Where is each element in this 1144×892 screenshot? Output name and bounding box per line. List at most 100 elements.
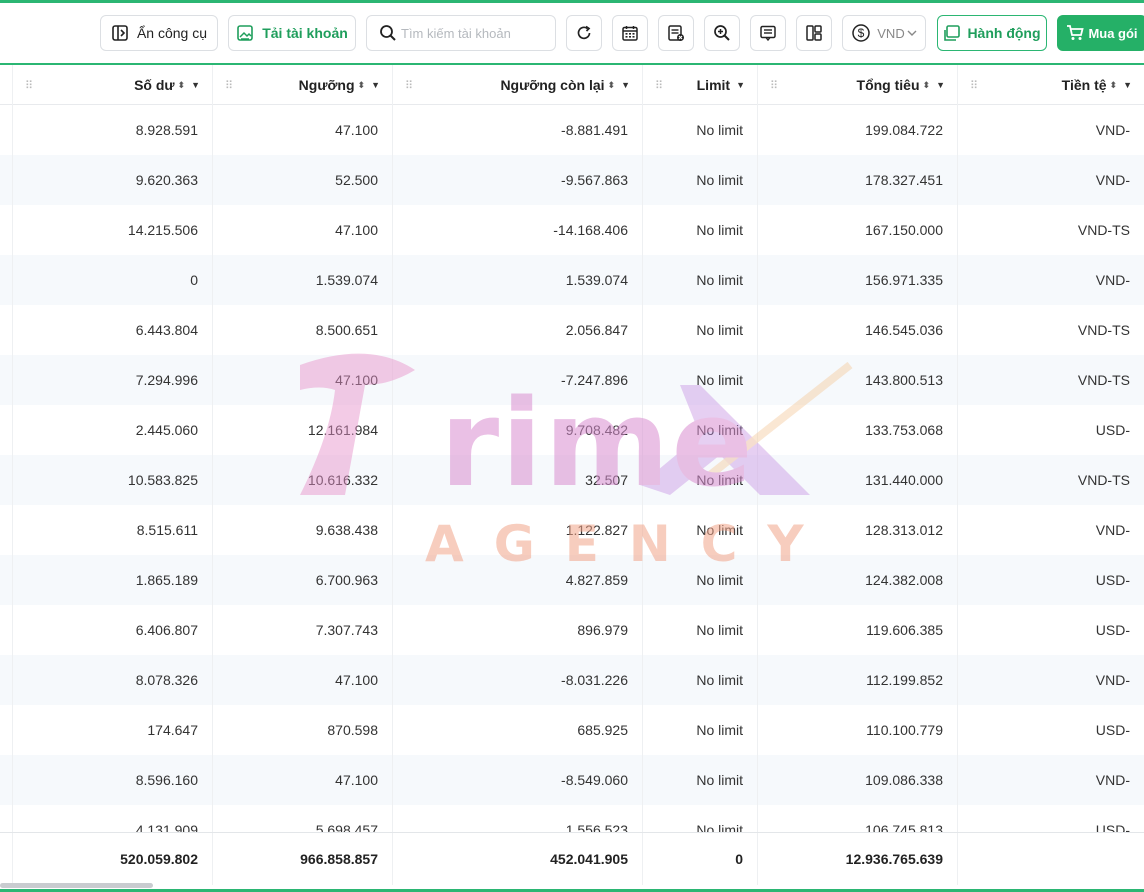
cell-total-spend: 199.084.722 <box>757 105 957 155</box>
filter-clear-button[interactable] <box>658 15 694 51</box>
total-remaining-threshold: 452.041.905 <box>392 833 642 885</box>
table-row[interactable]: 9.620.363 52.500 -9.567.863 No limit 178.327… <box>0 155 1144 205</box>
cell-limit: No limit <box>642 455 757 505</box>
column-header-limit[interactable]: ⠿ Limit ▼ <box>642 65 757 105</box>
cell-balance: 8.515.611 <box>12 505 212 555</box>
cell-threshold: 47.100 <box>212 205 392 255</box>
sort-icon[interactable]: ⬍ <box>923 80 931 91</box>
cell-limit: No limit <box>642 705 757 755</box>
table-row[interactable]: 10.583.825 10.616.332 32.507 No limit 131.44… <box>0 455 1144 505</box>
table-row[interactable]: 6.406.807 7.307.743 896.979 No limit 119.606… <box>0 605 1144 655</box>
zoom-in-icon <box>713 24 731 42</box>
cell-remaining-threshold: 1.556.523 <box>392 805 642 832</box>
column-menu-icon[interactable]: ▼ <box>736 80 745 90</box>
cell-remaining-threshold: 685.925 <box>392 705 642 755</box>
column-header-label: Tổng tiêu <box>856 77 920 93</box>
column-header-threshold[interactable]: ⠿ Ngưỡng ⬍ ▼ <box>212 65 392 105</box>
drag-handle-icon[interactable]: ⠿ <box>405 79 413 92</box>
table-row[interactable]: 0 1.539.074 1.539.074 No limit 156.971.335 VN… <box>0 255 1144 305</box>
cell-limit: No limit <box>642 405 757 455</box>
column-header-currency[interactable]: ⠿ Tiền tệ ⬍ ▼ <box>957 65 1144 105</box>
cell-total-spend: 128.313.012 <box>757 505 957 555</box>
table-row[interactable]: 4.131.909 5.698.457 1.556.523 No limit 106.7… <box>0 805 1144 832</box>
table-row[interactable]: 7.294.996 47.100 -7.247.896 No limit 143.800… <box>0 355 1144 405</box>
load-accounts-button[interactable]: Tải tài khoản <box>228 15 356 51</box>
column-menu-icon[interactable]: ▼ <box>371 80 380 90</box>
table-row[interactable]: 2.445.060 12.161.984 9.708.482 No limit 133.… <box>0 405 1144 455</box>
sort-icon[interactable]: ⬍ <box>178 80 186 91</box>
currency-select[interactable]: $ VND <box>842 15 926 51</box>
cell-remaining-threshold: -7.247.896 <box>392 355 642 405</box>
drag-handle-icon[interactable]: ⠿ <box>25 79 33 92</box>
zoom-button[interactable] <box>704 15 740 51</box>
table-row[interactable]: 14.215.506 47.100 -14.168.406 No limit 167.1… <box>0 205 1144 255</box>
load-accounts-label: Tải tài khoản <box>262 25 348 41</box>
cell-currency: USD- <box>957 805 1144 832</box>
cell-threshold: 12.161.984 <box>212 405 392 455</box>
cell-threshold: 47.100 <box>212 755 392 805</box>
column-header-label: Ngưỡng còn lại <box>500 77 605 93</box>
sort-icon[interactable]: ⬍ <box>608 80 616 91</box>
refresh-button[interactable] <box>566 15 602 51</box>
total-limit: 0 <box>642 833 757 885</box>
cell-currency: VND-TS <box>957 305 1144 355</box>
cell-balance: 8.078.326 <box>12 655 212 705</box>
hide-tools-label: Ẩn công cụ <box>136 25 208 41</box>
table-row[interactable]: 8.515.611 9.638.438 1.122.827 No limit 128.3… <box>0 505 1144 555</box>
cell-remaining-threshold: 32.507 <box>392 455 642 505</box>
column-menu-icon[interactable]: ▼ <box>191 80 200 90</box>
column-header-balance[interactable]: ⠿ Số dư ⬍ ▼ <box>12 65 212 105</box>
svg-text:$: $ <box>858 26 865 40</box>
drag-handle-icon[interactable]: ⠿ <box>225 79 233 92</box>
cell-balance: 8.928.591 <box>12 105 212 155</box>
horizontal-scrollbar[interactable] <box>0 883 153 888</box>
column-header-label: Limit <box>696 77 731 93</box>
table-row[interactable]: 8.596.160 47.100 -8.549.060 No limit 109.086… <box>0 755 1144 805</box>
layout-button[interactable] <box>796 15 832 51</box>
search-input[interactable] <box>401 25 551 41</box>
cell-remaining-threshold: 896.979 <box>392 605 642 655</box>
column-header-total-spend[interactable]: ⠿ Tổng tiêu ⬍ ▼ <box>757 65 957 105</box>
cell-limit: No limit <box>642 605 757 655</box>
calendar-icon <box>621 24 639 42</box>
column-header-remaining-threshold[interactable]: ⠿ Ngưỡng còn lại ⬍ ▼ <box>392 65 642 105</box>
drag-handle-icon[interactable]: ⠿ <box>655 79 663 92</box>
table-row[interactable]: 174.647 870.598 685.925 No limit 110.100.779… <box>0 705 1144 755</box>
cell-total-spend: 131.440.000 <box>757 455 957 505</box>
buy-package-button[interactable]: Mua gói <box>1057 15 1144 51</box>
cell-limit: No limit <box>642 105 757 155</box>
cell-remaining-threshold: 2.056.847 <box>392 305 642 355</box>
table-row[interactable]: 8.078.326 47.100 -8.031.226 No limit 112.199… <box>0 655 1144 705</box>
search-box <box>366 15 556 51</box>
actions-button[interactable]: Hành động <box>937 15 1047 51</box>
layout-icon <box>805 24 823 42</box>
table-row[interactable]: 8.928.591 47.100 -8.881.491 No limit 199.084… <box>0 105 1144 155</box>
toolbar: Ẩn công cụ Tải tài khoản Tìm kiếm tài kh… <box>0 3 1144 63</box>
calendar-button[interactable] <box>612 15 648 51</box>
cell-total-spend: 156.971.335 <box>757 255 957 305</box>
cell-threshold: 47.100 <box>212 105 392 155</box>
table-row[interactable]: 6.443.804 8.500.651 2.056.847 No limit 146.5… <box>0 305 1144 355</box>
cell-remaining-threshold: -8.031.226 <box>392 655 642 705</box>
cell-balance: 6.443.804 <box>12 305 212 355</box>
cell-total-spend: 146.545.036 <box>757 305 957 355</box>
sort-icon[interactable]: ⬍ <box>1110 80 1118 91</box>
column-menu-icon[interactable]: ▼ <box>621 80 630 90</box>
message-button[interactable] <box>750 15 786 51</box>
hide-tools-button[interactable]: Ẩn công cụ <box>100 15 218 51</box>
column-menu-icon[interactable]: ▼ <box>1123 80 1132 90</box>
cell-remaining-threshold: -8.549.060 <box>392 755 642 805</box>
cell-balance: 14.215.506 <box>12 205 212 255</box>
sort-icon[interactable]: ⬍ <box>358 80 366 91</box>
comment-icon <box>759 24 777 42</box>
cell-threshold: 10.616.332 <box>212 455 392 505</box>
drag-handle-icon[interactable]: ⠿ <box>970 79 978 92</box>
table-row[interactable]: 1.865.189 6.700.963 4.827.859 No limit 124.3… <box>0 555 1144 605</box>
column-header-label: Số dư <box>134 77 175 93</box>
cell-currency: VND- <box>957 755 1144 805</box>
chevron-down-icon <box>907 28 917 38</box>
column-menu-icon[interactable]: ▼ <box>936 80 945 90</box>
cell-currency: VND-TS <box>957 355 1144 405</box>
cell-remaining-threshold: -14.168.406 <box>392 205 642 255</box>
drag-handle-icon[interactable]: ⠿ <box>770 79 778 92</box>
